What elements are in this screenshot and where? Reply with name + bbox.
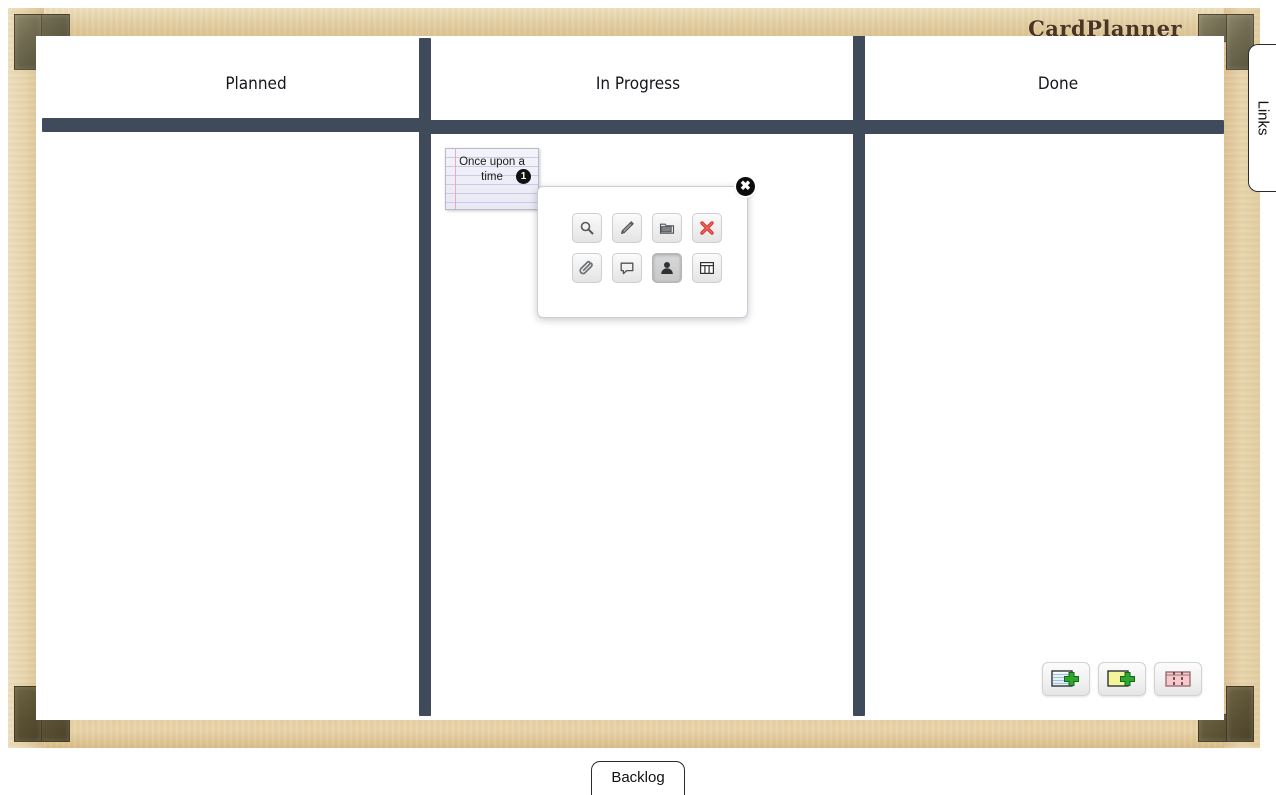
add-card-button[interactable]: [1042, 662, 1090, 696]
card-count-badge: 1: [516, 169, 531, 184]
popup-tool-row-1: [572, 213, 722, 243]
folder-icon: [659, 223, 675, 234]
pencil-icon-button[interactable]: [612, 213, 642, 243]
kanban-board: Planned In Progress Done Once upon a tim…: [36, 36, 1224, 720]
table-icon-button[interactable]: [692, 253, 722, 283]
magnifier-icon: [580, 221, 594, 235]
folder-icon-button[interactable]: [652, 213, 682, 243]
column-header-in-progress: In Progress: [595, 74, 681, 94]
card-once-upon-a-time[interactable]: Once upon a time 1: [445, 148, 539, 210]
column-divider-2: [853, 36, 865, 716]
column-header-planned: Planned: [225, 74, 287, 94]
column-divider-1: [419, 38, 431, 716]
red-x-icon: [700, 221, 714, 235]
speech-bubble-icon: [620, 262, 634, 275]
add-note-icon: [1107, 670, 1135, 687]
popup-tool-grid: [572, 213, 722, 293]
add-note-button[interactable]: [1098, 662, 1146, 696]
backlog-tab[interactable]: Backlog: [591, 761, 685, 795]
header-divider-right: [425, 120, 1224, 134]
cardplanner-app: CardPlanner Planned In Progress Done Onc…: [0, 0, 1276, 795]
assign-person-icon-button[interactable]: [652, 253, 682, 283]
popup-tool-row-2: [572, 253, 722, 283]
header-divider-left: [42, 118, 423, 132]
magnifier-icon-button[interactable]: [572, 213, 602, 243]
add-card-icon: [1051, 670, 1079, 687]
links-tab-label: Links: [1254, 100, 1271, 136]
person-icon: [661, 262, 673, 274]
table-icon: [700, 261, 715, 275]
add-column-icon: [1165, 671, 1191, 687]
links-tab[interactable]: Links: [1248, 44, 1276, 192]
board-action-buttons: [1042, 662, 1202, 696]
column-header-done: Done: [1037, 74, 1079, 94]
comment-icon-button[interactable]: [612, 253, 642, 283]
pencil-icon: [620, 221, 634, 235]
paperclip-icon-button[interactable]: [572, 253, 602, 283]
close-icon[interactable]: ✖: [736, 177, 755, 196]
paperclip-icon: [579, 260, 593, 275]
delete-icon-button[interactable]: [692, 213, 722, 243]
card-context-popup: ✖: [537, 177, 755, 318]
add-column-button[interactable]: [1154, 662, 1202, 696]
